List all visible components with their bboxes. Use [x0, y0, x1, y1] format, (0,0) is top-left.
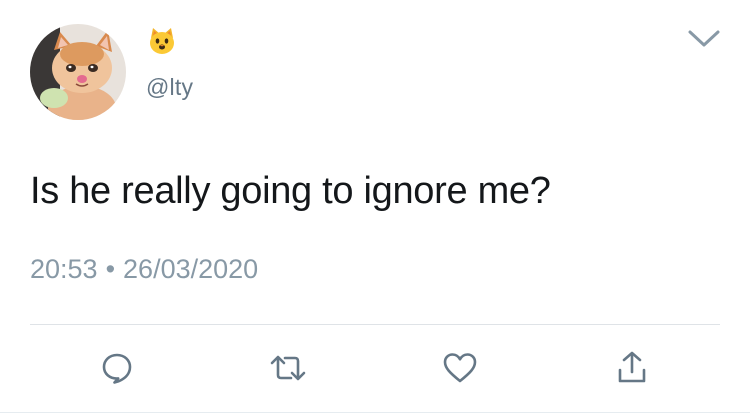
- speech-bubble-icon: [102, 353, 132, 384]
- share-icon: [618, 351, 646, 383]
- retweet-button[interactable]: [268, 348, 308, 388]
- retweet-icon: [270, 355, 306, 381]
- tweet-time: 20:53: [30, 254, 98, 284]
- like-button[interactable]: [440, 348, 480, 388]
- bottom-divider: [0, 412, 750, 413]
- avatar[interactable]: [30, 24, 126, 120]
- separator-dot: •: [105, 254, 116, 284]
- heart-icon: [443, 353, 477, 383]
- tweet-timestamp[interactable]: 20:53 • 26/03/2020: [30, 254, 258, 285]
- divider: [30, 324, 720, 325]
- share-button[interactable]: [612, 348, 652, 388]
- tweet-card: @lty Is he really going to ignore me? 20…: [0, 0, 750, 416]
- cat-face-emoji-icon: [147, 26, 177, 56]
- tweet-date: 26/03/2020: [123, 254, 259, 284]
- reply-button[interactable]: [97, 348, 137, 388]
- author-handle[interactable]: @lty: [146, 74, 193, 101]
- tweet-text: Is he really going to ignore me?: [30, 170, 551, 212]
- chevron-down-icon[interactable]: [687, 28, 721, 50]
